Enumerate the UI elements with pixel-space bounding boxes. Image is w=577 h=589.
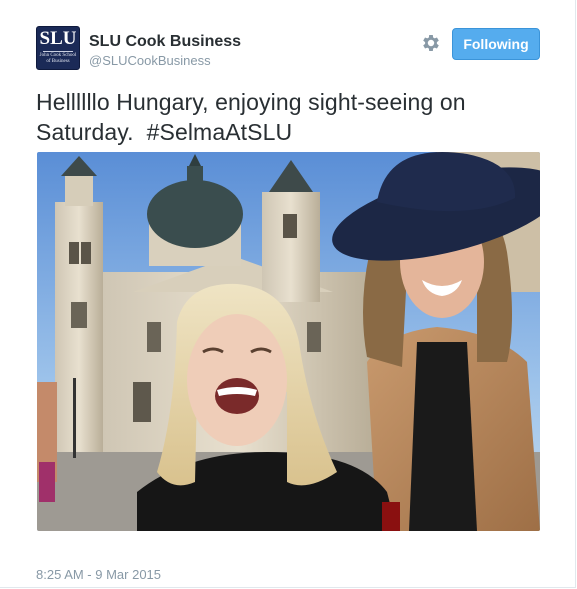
hashtag-link[interactable]: #SelmaAtSLU bbox=[147, 119, 293, 145]
selfie-image bbox=[37, 152, 540, 531]
tweet-photo[interactable] bbox=[37, 152, 540, 531]
gear-icon[interactable] bbox=[420, 32, 442, 54]
avatar-logo-text: SLU bbox=[39, 28, 77, 49]
avatar[interactable]: SLU John Cook School of Business bbox=[36, 26, 80, 70]
tweet-text: Hellllllo Hungary, enjoying sight-seeing… bbox=[36, 87, 541, 147]
tweet-timestamp[interactable]: 8:25 AM - 9 Mar 2015 bbox=[36, 567, 161, 582]
avatar-divider bbox=[43, 51, 73, 52]
avatar-logo-subtext: John Cook School of Business bbox=[39, 53, 77, 64]
tweet-card: SLU John Cook School of Business SLU Coo… bbox=[0, 0, 576, 588]
author-name[interactable]: SLU Cook Business bbox=[89, 33, 241, 51]
following-button[interactable]: Following bbox=[452, 28, 540, 60]
author-handle[interactable]: @SLUCookBusiness bbox=[89, 53, 211, 68]
